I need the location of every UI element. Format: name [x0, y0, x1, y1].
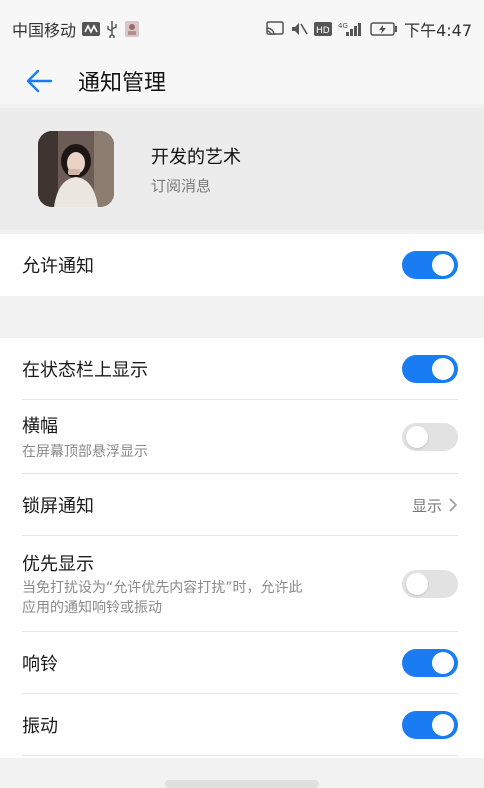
- lock-screen-label: 锁屏通知: [22, 496, 94, 517]
- page-title: 通知管理: [78, 71, 167, 96]
- banner-label: 横幅: [22, 416, 58, 437]
- mute-icon: [290, 21, 308, 37]
- svg-text:HD: HD: [316, 26, 330, 36]
- allow-notifications-label: 允许通知: [22, 256, 94, 277]
- divider: [22, 755, 458, 756]
- allow-notifications-row[interactable]: 允许通知: [0, 234, 484, 296]
- arrow-left-icon: [26, 69, 53, 93]
- status-bar-display-label: 在状态栏上显示: [22, 360, 148, 381]
- clock: 下午4:47: [404, 21, 472, 40]
- allow-notifications-toggle[interactable]: [402, 251, 458, 279]
- priority-label: 优先显示: [22, 554, 94, 575]
- back-button[interactable]: [24, 66, 54, 96]
- app-icon: [38, 131, 114, 207]
- ringtone-row[interactable]: 响铃: [0, 632, 484, 694]
- priority-subtitle-line2: 应用的通知响铃或振动: [22, 600, 162, 616]
- app-subtitle: 订阅消息: [151, 176, 212, 195]
- signal-icon: 4G: [338, 21, 364, 37]
- app-name: 开发的艺术: [151, 146, 241, 168]
- usb-icon: [106, 20, 118, 38]
- bottom-handle: [165, 780, 319, 788]
- chevron-right-icon: [449, 498, 458, 512]
- priority-toggle[interactable]: [402, 570, 458, 598]
- ringtone-toggle[interactable]: [402, 649, 458, 677]
- vibrate-label: 振动: [22, 716, 58, 737]
- banner-toggle[interactable]: [402, 423, 458, 451]
- hd-voice-icon: HD: [314, 22, 333, 36]
- ringtone-label: 响铃: [22, 654, 58, 675]
- priority-row[interactable]: 优先显示 当免打扰设为“允许优先内容打扰”时，允许此 应用的通知响铃或振动: [0, 536, 484, 632]
- app-bar: 通知管理: [0, 58, 484, 104]
- banner-row[interactable]: 横幅 在屏幕顶部悬浮显示: [0, 400, 484, 474]
- battery-charging-icon: [370, 22, 398, 36]
- status-bar-display-toggle[interactable]: [402, 355, 458, 383]
- priority-subtitle-line1: 当免打扰设为“允许优先内容打扰”时，允许此: [22, 580, 303, 596]
- lock-screen-row[interactable]: 锁屏通知 显示: [0, 474, 484, 536]
- banner-subtitle: 在屏幕顶部悬浮显示: [22, 444, 148, 460]
- lock-screen-value: 显示: [411, 496, 442, 515]
- status-bar: 中国移动 HD 4G 下午4:47: [0, 0, 484, 58]
- cast-icon: [266, 21, 284, 37]
- app-notification-icon: [124, 20, 140, 38]
- allow-notifications-section: 允许通知: [0, 234, 484, 296]
- hd-badge-icon: [82, 22, 101, 36]
- carrier-label: 中国移动: [12, 21, 77, 40]
- app-info-card: 开发的艺术 订阅消息: [0, 108, 484, 230]
- vibrate-row[interactable]: 振动: [0, 694, 484, 756]
- network-type-label: 4G: [338, 22, 348, 30]
- status-bar-display-row[interactable]: 在状态栏上显示: [0, 338, 484, 400]
- vibrate-toggle[interactable]: [402, 711, 458, 739]
- notification-settings-section: 在状态栏上显示 横幅 在屏幕顶部悬浮显示 锁屏通知 显示 优先显示 当免打扰设为…: [0, 338, 484, 758]
